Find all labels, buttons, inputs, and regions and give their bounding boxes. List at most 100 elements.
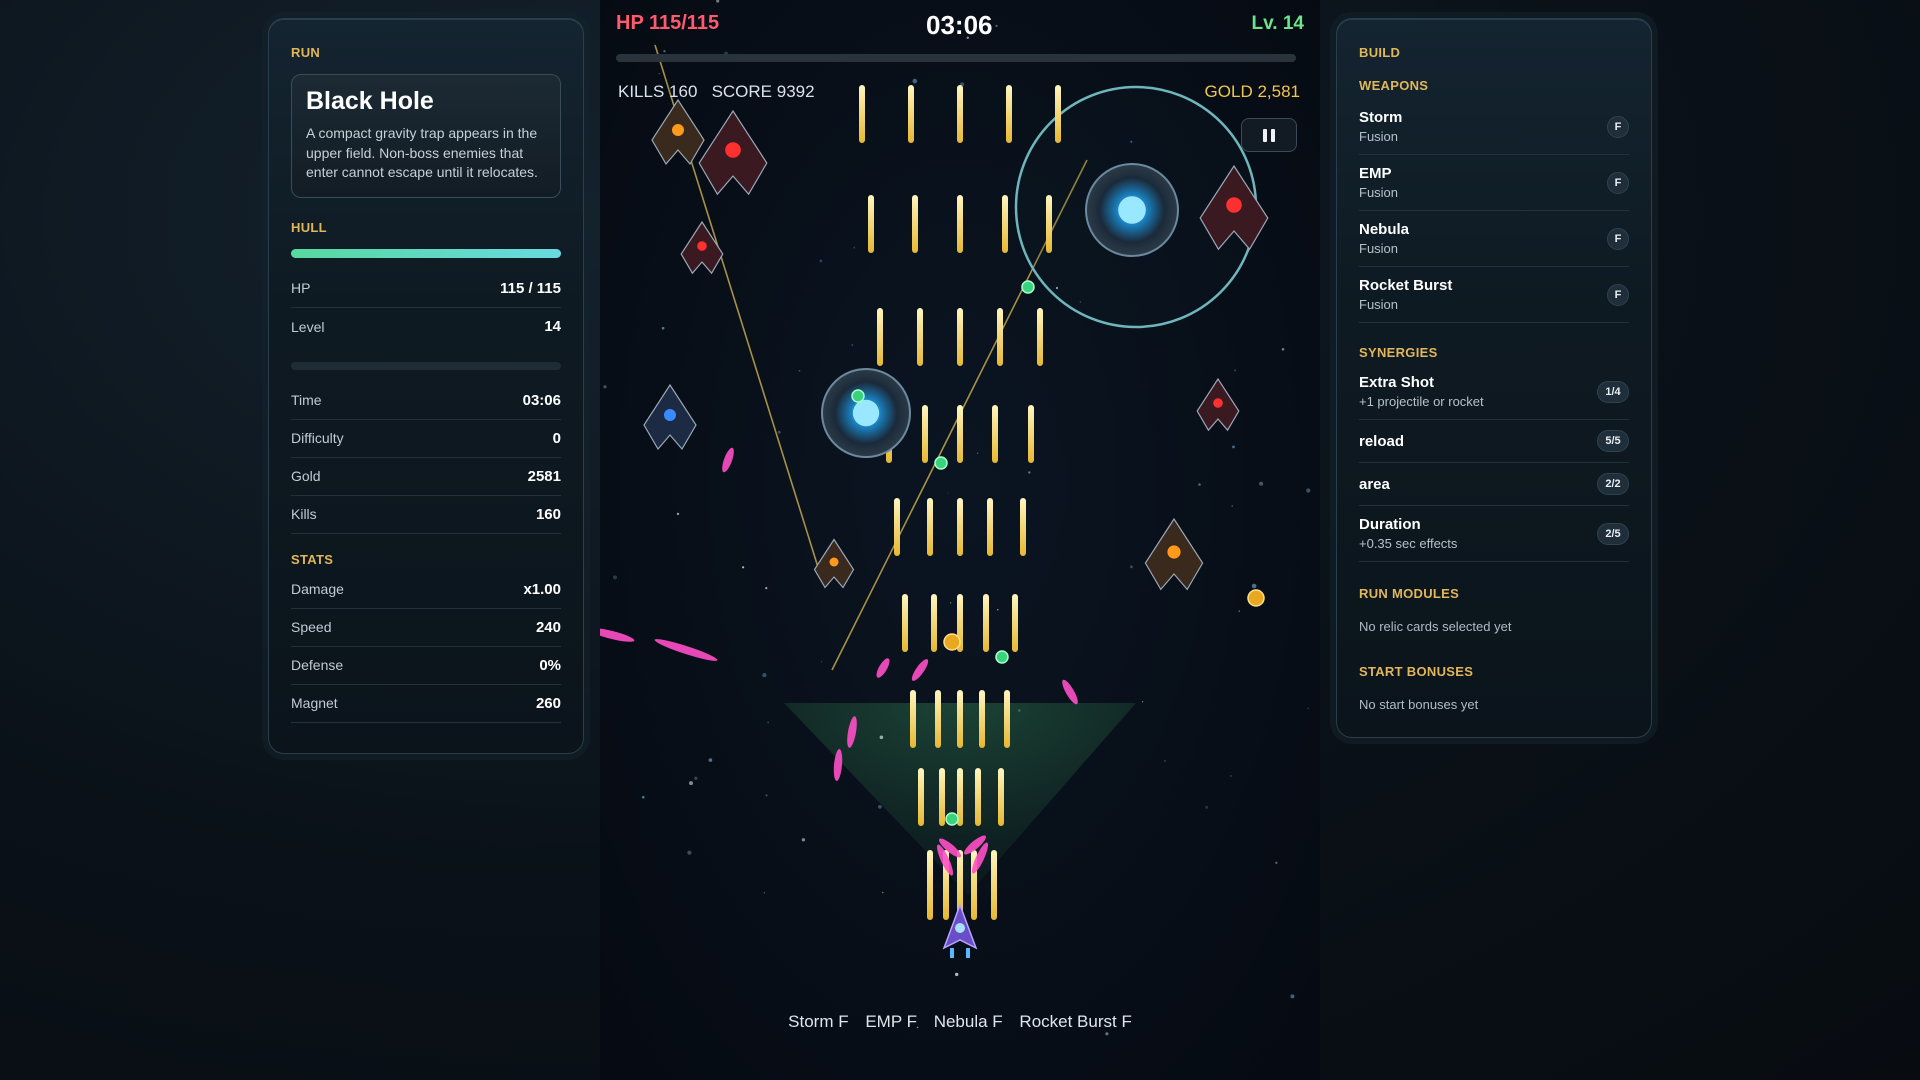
plasma-shot [1062, 679, 1078, 705]
stats-section-title: STATS [291, 551, 334, 567]
hud-gold: GOLD 2,581 [1204, 82, 1300, 101]
game-field[interactable]: HP 115/115 03:06 Lv. 14 KILLS 160 SCORE … [600, 0, 1320, 1080]
enemy-core [829, 557, 839, 567]
yellow-bullet [910, 690, 916, 748]
hull-section-title: HULL [291, 219, 327, 235]
yellow-bullet [957, 498, 963, 556]
stat-row-hp: HP 115 / 115 [291, 270, 561, 308]
stat-row-speed: Speed 240 [291, 609, 561, 647]
weapon-strip-item: Rocket Burst F [1019, 1012, 1132, 1031]
weapon-strip-item: EMP F [865, 1012, 917, 1031]
weapon-item[interactable]: Rocket Burst Fusion F [1359, 267, 1629, 323]
weapon-strip-item: Nebula F [933, 1012, 1003, 1031]
synergy-item[interactable]: Duration +0.35 sec effects 2/5 [1359, 506, 1629, 562]
weapon-item[interactable]: Nebula Fusion F [1359, 211, 1629, 267]
weapon-badge: F [1607, 227, 1629, 250]
weapon-name: Storm [1359, 109, 1403, 126]
synergy-item[interactable]: Extra Shot +1 projectile or rocket 1/4 [1359, 364, 1629, 420]
star [1259, 481, 1264, 486]
yellow-bullet [868, 195, 874, 253]
star [689, 781, 693, 786]
yellow-bullet [927, 850, 933, 920]
star [819, 259, 823, 263]
weapon-type: Fusion [1359, 241, 1399, 256]
pause-icon [1263, 128, 1267, 142]
enemy-core [1167, 545, 1181, 559]
stat-row-gold: Gold 2581 [291, 458, 561, 496]
enemy-ship [1196, 377, 1240, 432]
weapon-item[interactable]: EMP Fusion F [1359, 155, 1629, 211]
yellow-bullet [997, 308, 1003, 366]
run-panel: RUN Black Hole A compact gravity trap ap… [268, 18, 584, 754]
stat-row-defense: Defense 0% [291, 647, 561, 685]
gold-coin [1247, 589, 1265, 607]
star [853, 246, 856, 249]
hull-rows: HP 115 / 115 Level 14 [291, 270, 561, 346]
yellow-bullet [912, 195, 918, 253]
xp-orb [1021, 280, 1035, 294]
yellow-bullet [935, 690, 941, 748]
synergy-item[interactable]: reload 5/5 [1359, 420, 1629, 463]
enemy-core [725, 142, 741, 158]
stat-value: 115 / 115 [500, 279, 561, 297]
weapons-section-title: WEAPONS [1359, 78, 1429, 93]
pause-icon [1271, 128, 1275, 142]
plasma-shot [911, 659, 929, 681]
star [1251, 583, 1257, 589]
yellow-bullet [1055, 85, 1061, 143]
event-title: Black Hole [306, 87, 434, 115]
star [613, 575, 617, 580]
yellow-bullet [975, 768, 981, 826]
stat-label: Speed [291, 619, 332, 635]
star [955, 972, 959, 977]
star [642, 795, 645, 799]
enemy-core [672, 124, 684, 136]
pause-button[interactable] [1241, 118, 1297, 152]
star [603, 385, 607, 389]
yellow-bullet [957, 195, 963, 253]
run-section-title: RUN [291, 45, 321, 60]
weapon-item[interactable]: Storm Fusion F [1359, 99, 1629, 155]
star [1290, 994, 1295, 999]
weapon-badge: F [1607, 171, 1629, 194]
star [976, 452, 979, 454]
star [1141, 701, 1144, 703]
yellow-bullet [987, 498, 993, 556]
gold-coin [943, 633, 961, 651]
star [742, 566, 745, 569]
synergy-item[interactable]: area 2/2 [1359, 463, 1629, 506]
star [1232, 445, 1235, 449]
stat-row-magnet: Magnet 260 [291, 685, 561, 723]
hud-kills-score: KILLS 160 SCORE 9392 [618, 82, 815, 101]
synergy-badge: 5/5 [1597, 430, 1629, 452]
star [661, 326, 665, 330]
run-rows: Time 03:06 Difficulty 0 Gold 2581 Kills … [291, 382, 561, 534]
plasma-shot [654, 639, 718, 661]
saucer-core [852, 399, 880, 427]
stat-row-kills: Kills 160 [291, 496, 561, 534]
plasma-shot [876, 658, 890, 678]
star [1105, 1032, 1109, 1036]
star [762, 673, 767, 678]
yellow-bullet [1028, 405, 1034, 463]
yellow-bullet [957, 690, 963, 748]
plasma-shot [600, 628, 635, 642]
weapon-strip-item: Storm F [788, 1012, 849, 1031]
stat-label: Difficulty [291, 430, 344, 446]
star [1198, 483, 1201, 486]
star [767, 721, 769, 724]
yellow-bullet [902, 594, 908, 652]
yellow-bullet [1020, 498, 1026, 556]
hud-hp: HP 115/115 [616, 12, 720, 34]
weapon-type: Fusion [1359, 129, 1399, 144]
stat-value: 14 [544, 318, 561, 335]
yellow-bullet [1046, 195, 1052, 253]
star [912, 78, 918, 84]
star [687, 850, 692, 855]
star [658, 72, 661, 75]
star [676, 512, 680, 516]
playfield-canvas[interactable] [600, 0, 1320, 1080]
weapon-badge: F [1607, 115, 1629, 138]
star [1130, 565, 1133, 569]
run-modules-section-title: RUN MODULES [1359, 586, 1460, 601]
